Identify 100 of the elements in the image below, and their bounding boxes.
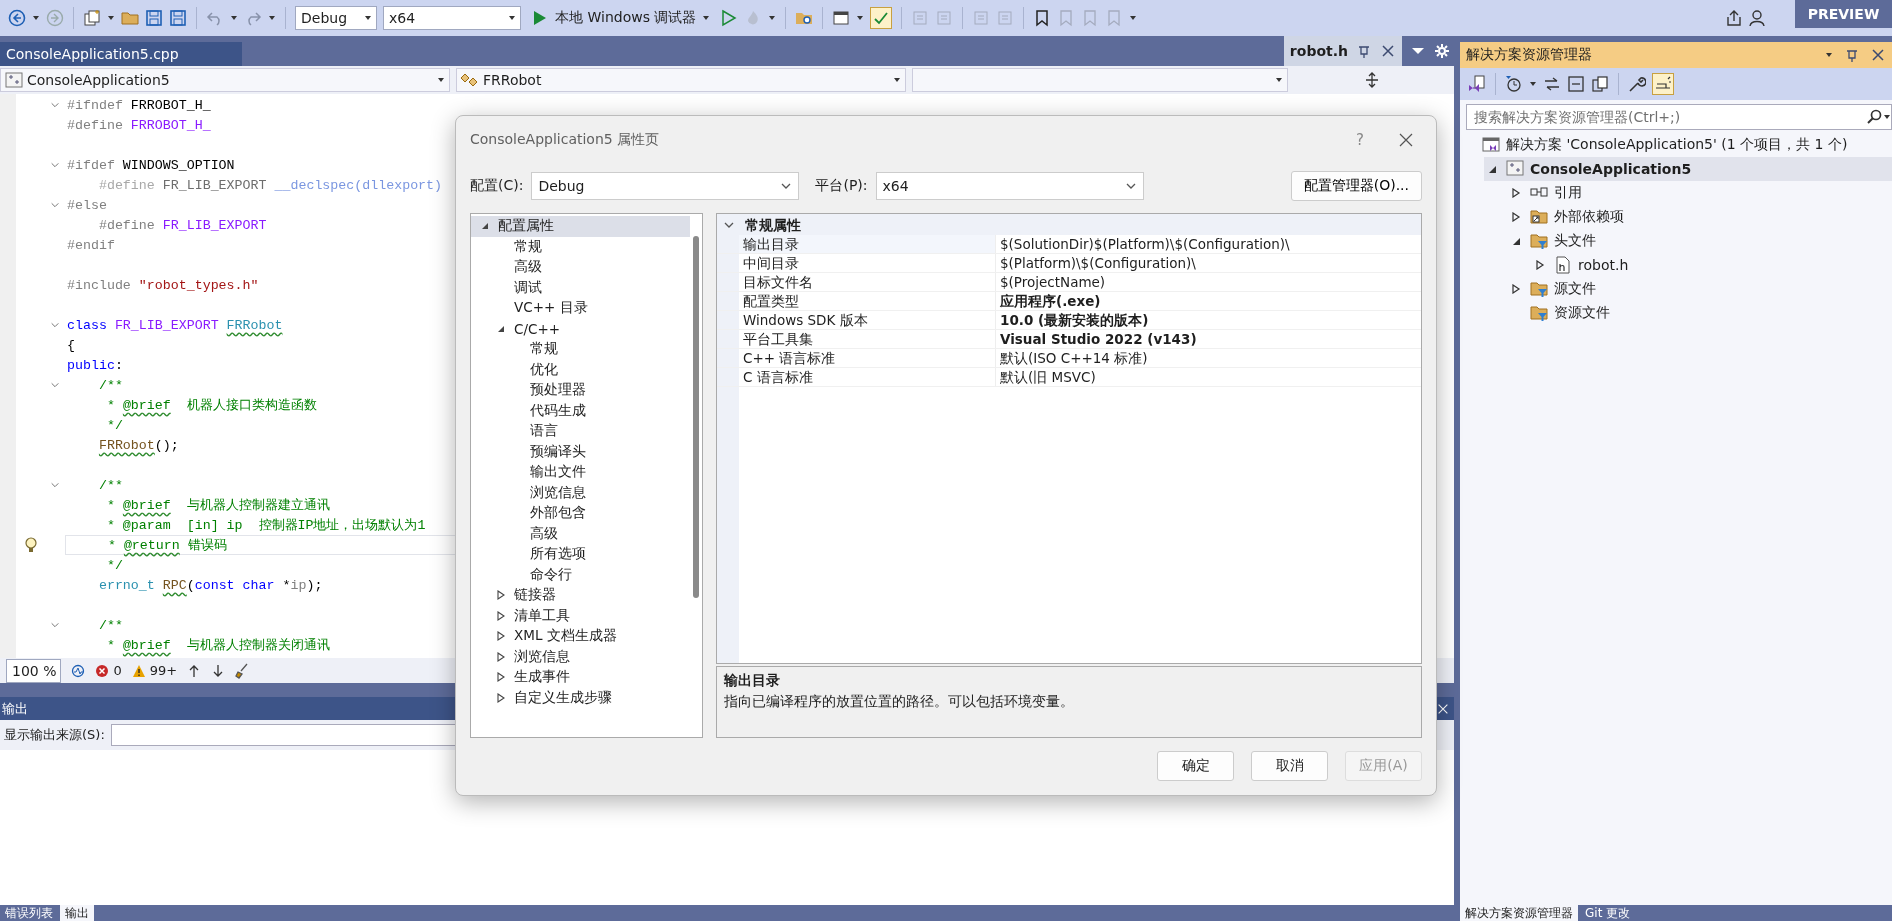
tree-item[interactable]: robot.h bbox=[1532, 253, 1892, 277]
warning-icon[interactable] bbox=[131, 663, 146, 678]
property-value[interactable]: 默认(ISO C++14 标准) bbox=[996, 349, 1421, 367]
health-icon[interactable] bbox=[71, 663, 86, 678]
property-value[interactable]: 默认(旧 MSVC) bbox=[996, 368, 1421, 386]
tree-item[interactable]: 头文件 bbox=[1508, 229, 1892, 253]
tree-item[interactable]: 高级 bbox=[471, 523, 690, 544]
property-value[interactable]: $(ProjectName) bbox=[996, 273, 1421, 291]
dialog-button[interactable]: 取消 bbox=[1251, 751, 1328, 781]
tree-item[interactable]: XML 文档生成器 bbox=[471, 626, 690, 647]
collapsed-arrow-icon[interactable] bbox=[496, 590, 506, 601]
configuration-manager-button[interactable]: 配置管理器(O)... bbox=[1290, 170, 1422, 201]
search-field[interactable]: 搜索解决方案资源管理器(Ctrl+;) bbox=[1466, 104, 1892, 130]
tree-item[interactable]: 预处理器 bbox=[471, 380, 690, 401]
tree-item[interactable]: ConsoleApplication5 bbox=[1484, 157, 1892, 181]
tree-item[interactable]: 常规 bbox=[471, 236, 690, 257]
project-dropdown[interactable]: ConsoleApplication5 bbox=[0, 68, 450, 92]
collapsed-arrow-icon[interactable] bbox=[1511, 284, 1521, 294]
collapsed-arrow-icon[interactable] bbox=[496, 631, 506, 642]
property-value[interactable]: $(Platform)\$(Configuration)\ bbox=[996, 254, 1421, 272]
document-tab[interactable]: robot.h bbox=[1283, 36, 1402, 66]
spell-check-icon[interactable] bbox=[870, 7, 893, 29]
property-name[interactable]: 输出目录 bbox=[739, 235, 996, 253]
scrollbar-thumb[interactable] bbox=[693, 236, 699, 598]
new-project-icon[interactable] bbox=[83, 9, 101, 27]
preview-toggle-icon[interactable] bbox=[1652, 73, 1674, 95]
solution-view-icon[interactable] bbox=[1468, 75, 1486, 93]
copies-icon[interactable] bbox=[1591, 75, 1609, 93]
dropdown-caret-icon[interactable] bbox=[230, 14, 238, 22]
property-value[interactable]: Visual Studio 2022 (v143) bbox=[996, 330, 1421, 348]
tree-item[interactable]: 外部依赖项 bbox=[1508, 205, 1892, 229]
back-icon[interactable] bbox=[8, 9, 26, 27]
tree-item[interactable]: 代码生成 bbox=[471, 400, 690, 421]
close-icon[interactable] bbox=[1398, 132, 1414, 149]
close-icon[interactable] bbox=[1870, 47, 1886, 63]
expanded-arrow-icon[interactable] bbox=[1487, 164, 1497, 174]
settings-icon[interactable] bbox=[1434, 43, 1450, 59]
platform-dropdown[interactable]: x64 bbox=[383, 6, 521, 30]
tree-item[interactable]: 语言 bbox=[471, 421, 690, 442]
property-value[interactable]: 应用程序(.exe) bbox=[996, 292, 1421, 310]
tree-item[interactable]: 调试 bbox=[471, 277, 690, 298]
dropdown-caret-icon[interactable] bbox=[1824, 51, 1834, 59]
collapsed-arrow-icon[interactable] bbox=[1535, 260, 1545, 270]
property-value[interactable]: 10.0 (最新安装的版本) bbox=[996, 311, 1421, 329]
tree-item[interactable]: 高级 bbox=[471, 257, 690, 278]
tree-item[interactable]: C/C++ bbox=[471, 318, 690, 339]
zoom-dropdown[interactable]: 100 % bbox=[6, 658, 62, 683]
tree-item[interactable]: 解决方案 'ConsoleApplication5' (1 个项目，共 1 个) bbox=[1460, 133, 1892, 157]
collapsed-arrow-icon[interactable] bbox=[496, 692, 506, 703]
dropdown-caret-icon[interactable] bbox=[107, 14, 115, 22]
collapse-all-icon[interactable] bbox=[1567, 75, 1585, 93]
platform-dropdown[interactable]: x64 bbox=[875, 171, 1144, 200]
expanded-arrow-icon[interactable] bbox=[1511, 236, 1521, 246]
collapsed-arrow-icon[interactable] bbox=[1511, 212, 1521, 222]
pin-icon[interactable] bbox=[1844, 47, 1860, 63]
dropdown-caret-icon[interactable] bbox=[268, 14, 276, 22]
panel-tab[interactable]: 解决方案资源管理器 bbox=[1460, 905, 1578, 921]
save-all-icon[interactable] bbox=[169, 9, 187, 27]
collapsed-arrow-icon[interactable] bbox=[496, 651, 506, 662]
tree-item[interactable]: 自定义生成步骤 bbox=[471, 687, 690, 708]
error-icon[interactable] bbox=[95, 663, 110, 678]
dropdown-caret-icon[interactable] bbox=[1529, 80, 1537, 88]
debug-run-button[interactable]: 本地 Windows 调试器 bbox=[527, 9, 715, 27]
sync-icon[interactable] bbox=[1543, 75, 1561, 93]
save-icon[interactable] bbox=[145, 9, 163, 27]
configuration-dropdown[interactable]: Debug bbox=[295, 6, 377, 30]
window-icon[interactable] bbox=[832, 9, 851, 27]
tree-item[interactable]: 外部包含 bbox=[471, 503, 690, 524]
tree-item[interactable]: 预编译头 bbox=[471, 441, 690, 462]
panel-tab[interactable]: 输出 bbox=[60, 905, 94, 921]
lightbulb-icon[interactable] bbox=[23, 537, 38, 553]
dropdown-caret-icon[interactable] bbox=[768, 14, 777, 22]
tree-item[interactable]: VC++ 目录 bbox=[471, 298, 690, 319]
tree-item[interactable]: 引用 bbox=[1508, 181, 1892, 205]
tree-item[interactable]: 源文件 bbox=[1508, 277, 1892, 301]
history-icon[interactable] bbox=[1505, 75, 1523, 93]
preview-button[interactable]: PREVIEW bbox=[1795, 0, 1892, 28]
expanded-arrow-icon[interactable] bbox=[480, 221, 490, 232]
tree-item[interactable]: 生成事件 bbox=[471, 667, 690, 688]
tree-item[interactable]: 优化 bbox=[471, 359, 690, 380]
tree-item[interactable]: 浏览信息 bbox=[471, 646, 690, 667]
tree-item[interactable]: 链接器 bbox=[471, 585, 690, 606]
dialog-button[interactable]: 确定 bbox=[1157, 751, 1234, 781]
property-value[interactable]: $(SolutionDir)$(Platform)\$(Configuration)\ bbox=[996, 235, 1421, 253]
tree-item[interactable]: 输出文件 bbox=[471, 462, 690, 483]
split-icon[interactable] bbox=[1364, 72, 1380, 88]
tree-item[interactable]: 命令行 bbox=[471, 564, 690, 585]
configuration-dropdown[interactable]: Debug bbox=[531, 171, 800, 200]
collapsed-arrow-icon[interactable] bbox=[496, 672, 506, 683]
share-icon[interactable] bbox=[1725, 9, 1743, 27]
document-tab[interactable]: ConsoleApplication5.cpp bbox=[0, 42, 242, 66]
wrench-icon[interactable] bbox=[1628, 75, 1646, 93]
tree-item[interactable]: 清单工具 bbox=[471, 605, 690, 626]
search-input[interactable]: 搜索解决方案资源管理器(Ctrl+;) bbox=[1472, 108, 1867, 126]
scope-dropdown[interactable]: FRRobot bbox=[456, 68, 906, 92]
tree-item[interactable]: 所有选项 bbox=[471, 544, 690, 565]
start-without-debugging-icon[interactable] bbox=[720, 9, 739, 27]
tree-item[interactable]: 浏览信息 bbox=[471, 482, 690, 503]
dropdown-caret-icon[interactable] bbox=[32, 14, 40, 22]
collapsed-arrow-icon[interactable] bbox=[1511, 188, 1521, 198]
